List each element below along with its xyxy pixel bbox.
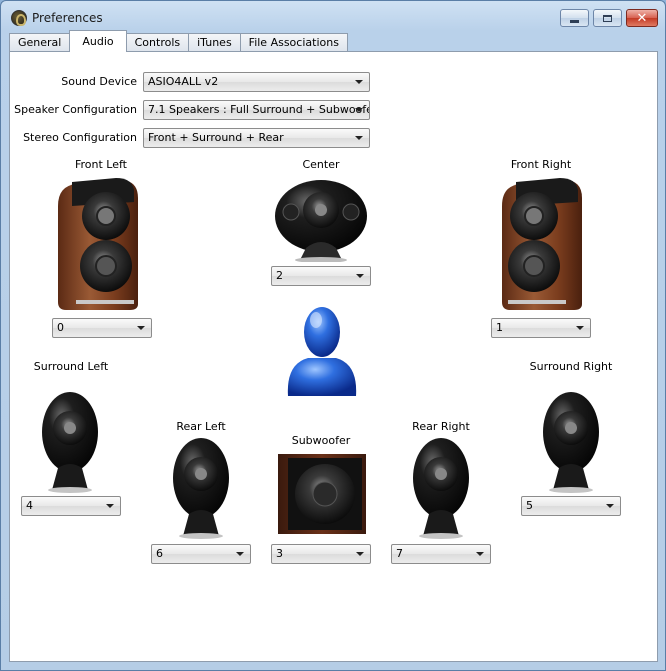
chevron-down-icon [606, 504, 614, 508]
front-right-channel-value: 1 [496, 321, 503, 334]
surround-right-speaker-icon [543, 392, 599, 493]
speaker-configuration-select[interactable]: 7.1 Speakers : Full Surround + Subwoofer [143, 100, 370, 120]
chevron-down-icon [355, 80, 363, 84]
chevron-down-icon [236, 552, 244, 556]
center-channel-value: 2 [276, 269, 283, 282]
surround-left-channel-value: 4 [26, 499, 33, 512]
front-right-speaker-icon [502, 178, 582, 310]
surround-right-label: Surround Right [529, 360, 613, 373]
chevron-down-icon [106, 504, 114, 508]
rear-right-channel-value: 7 [396, 547, 403, 560]
chevron-down-icon [355, 108, 363, 112]
audio-panel: Sound Device ASIO4ALL v2 Speaker Configu… [9, 51, 658, 662]
speaker-configuration-label: Speaker Configuration [14, 103, 137, 116]
center-speaker-icon [275, 180, 367, 262]
title-bar[interactable]: Preferences ✕ [1, 1, 665, 33]
surround-left-speaker-icon [42, 392, 98, 493]
front-left-speaker-icon [58, 178, 138, 310]
front-left-channel-value: 0 [57, 321, 64, 334]
stereo-configuration-value: Front + Surround + Rear [148, 131, 284, 144]
subwoofer-channel-select[interactable]: 3 [271, 544, 371, 564]
close-icon: ✕ [636, 10, 648, 26]
chevron-down-icon [476, 552, 484, 556]
maximize-button[interactable] [593, 9, 622, 27]
chevron-down-icon [355, 136, 363, 140]
front-right-channel-select[interactable]: 1 [491, 318, 591, 338]
tab-file-associations[interactable]: File Associations [239, 33, 348, 52]
subwoofer-label: Subwoofer [291, 434, 351, 447]
front-left-channel-select[interactable]: 0 [52, 318, 152, 338]
chevron-down-icon [137, 326, 145, 330]
center-label: Center [302, 158, 340, 171]
subwoofer-speaker-icon [278, 454, 366, 534]
rear-left-channel-value: 6 [156, 547, 163, 560]
tab-strip: General Audio Controls iTunes File Assoc… [9, 30, 348, 52]
rear-left-label: Rear Left [176, 420, 226, 433]
chevron-down-icon [356, 274, 364, 278]
chevron-down-icon [356, 552, 364, 556]
sound-device-label: Sound Device [61, 75, 137, 88]
sound-device-select[interactable]: ASIO4ALL v2 [143, 72, 370, 92]
maximize-icon [603, 14, 612, 22]
front-right-label: Front Right [510, 158, 572, 171]
speaker-configuration-value: 7.1 Speakers : Full Surround + Subwoofer [148, 103, 370, 116]
sound-device-value: ASIO4ALL v2 [148, 75, 219, 88]
rear-right-label: Rear Right [412, 420, 470, 433]
surround-right-channel-select[interactable]: 5 [521, 496, 621, 516]
window-title: Preferences [32, 11, 103, 25]
tab-controls[interactable]: Controls [125, 33, 190, 52]
preferences-window: Preferences ✕ General Audio Controls iTu… [0, 0, 666, 671]
rear-right-speaker-icon [413, 438, 469, 539]
tab-itunes[interactable]: iTunes [188, 33, 241, 52]
stereo-configuration-label: Stereo Configuration [23, 131, 137, 144]
listener-person-icon [287, 307, 357, 396]
tab-audio[interactable]: Audio [69, 30, 127, 52]
rear-left-channel-select[interactable]: 6 [151, 544, 251, 564]
subwoofer-channel-value: 3 [276, 547, 283, 560]
surround-left-channel-select[interactable]: 4 [21, 496, 121, 516]
front-left-label: Front Left [74, 158, 127, 171]
minimize-button[interactable] [560, 9, 589, 27]
chevron-down-icon [576, 326, 584, 330]
rear-right-channel-select[interactable]: 7 [391, 544, 491, 564]
stereo-configuration-select[interactable]: Front + Surround + Rear [143, 128, 370, 148]
surround-left-label: Surround Left [33, 360, 109, 373]
app-icon [11, 10, 27, 26]
rear-left-speaker-icon [173, 438, 229, 539]
center-channel-select[interactable]: 2 [271, 266, 371, 286]
surround-right-channel-value: 5 [526, 499, 533, 512]
minimize-icon [570, 19, 579, 23]
tab-general[interactable]: General [9, 33, 71, 52]
close-button[interactable]: ✕ [626, 9, 658, 27]
